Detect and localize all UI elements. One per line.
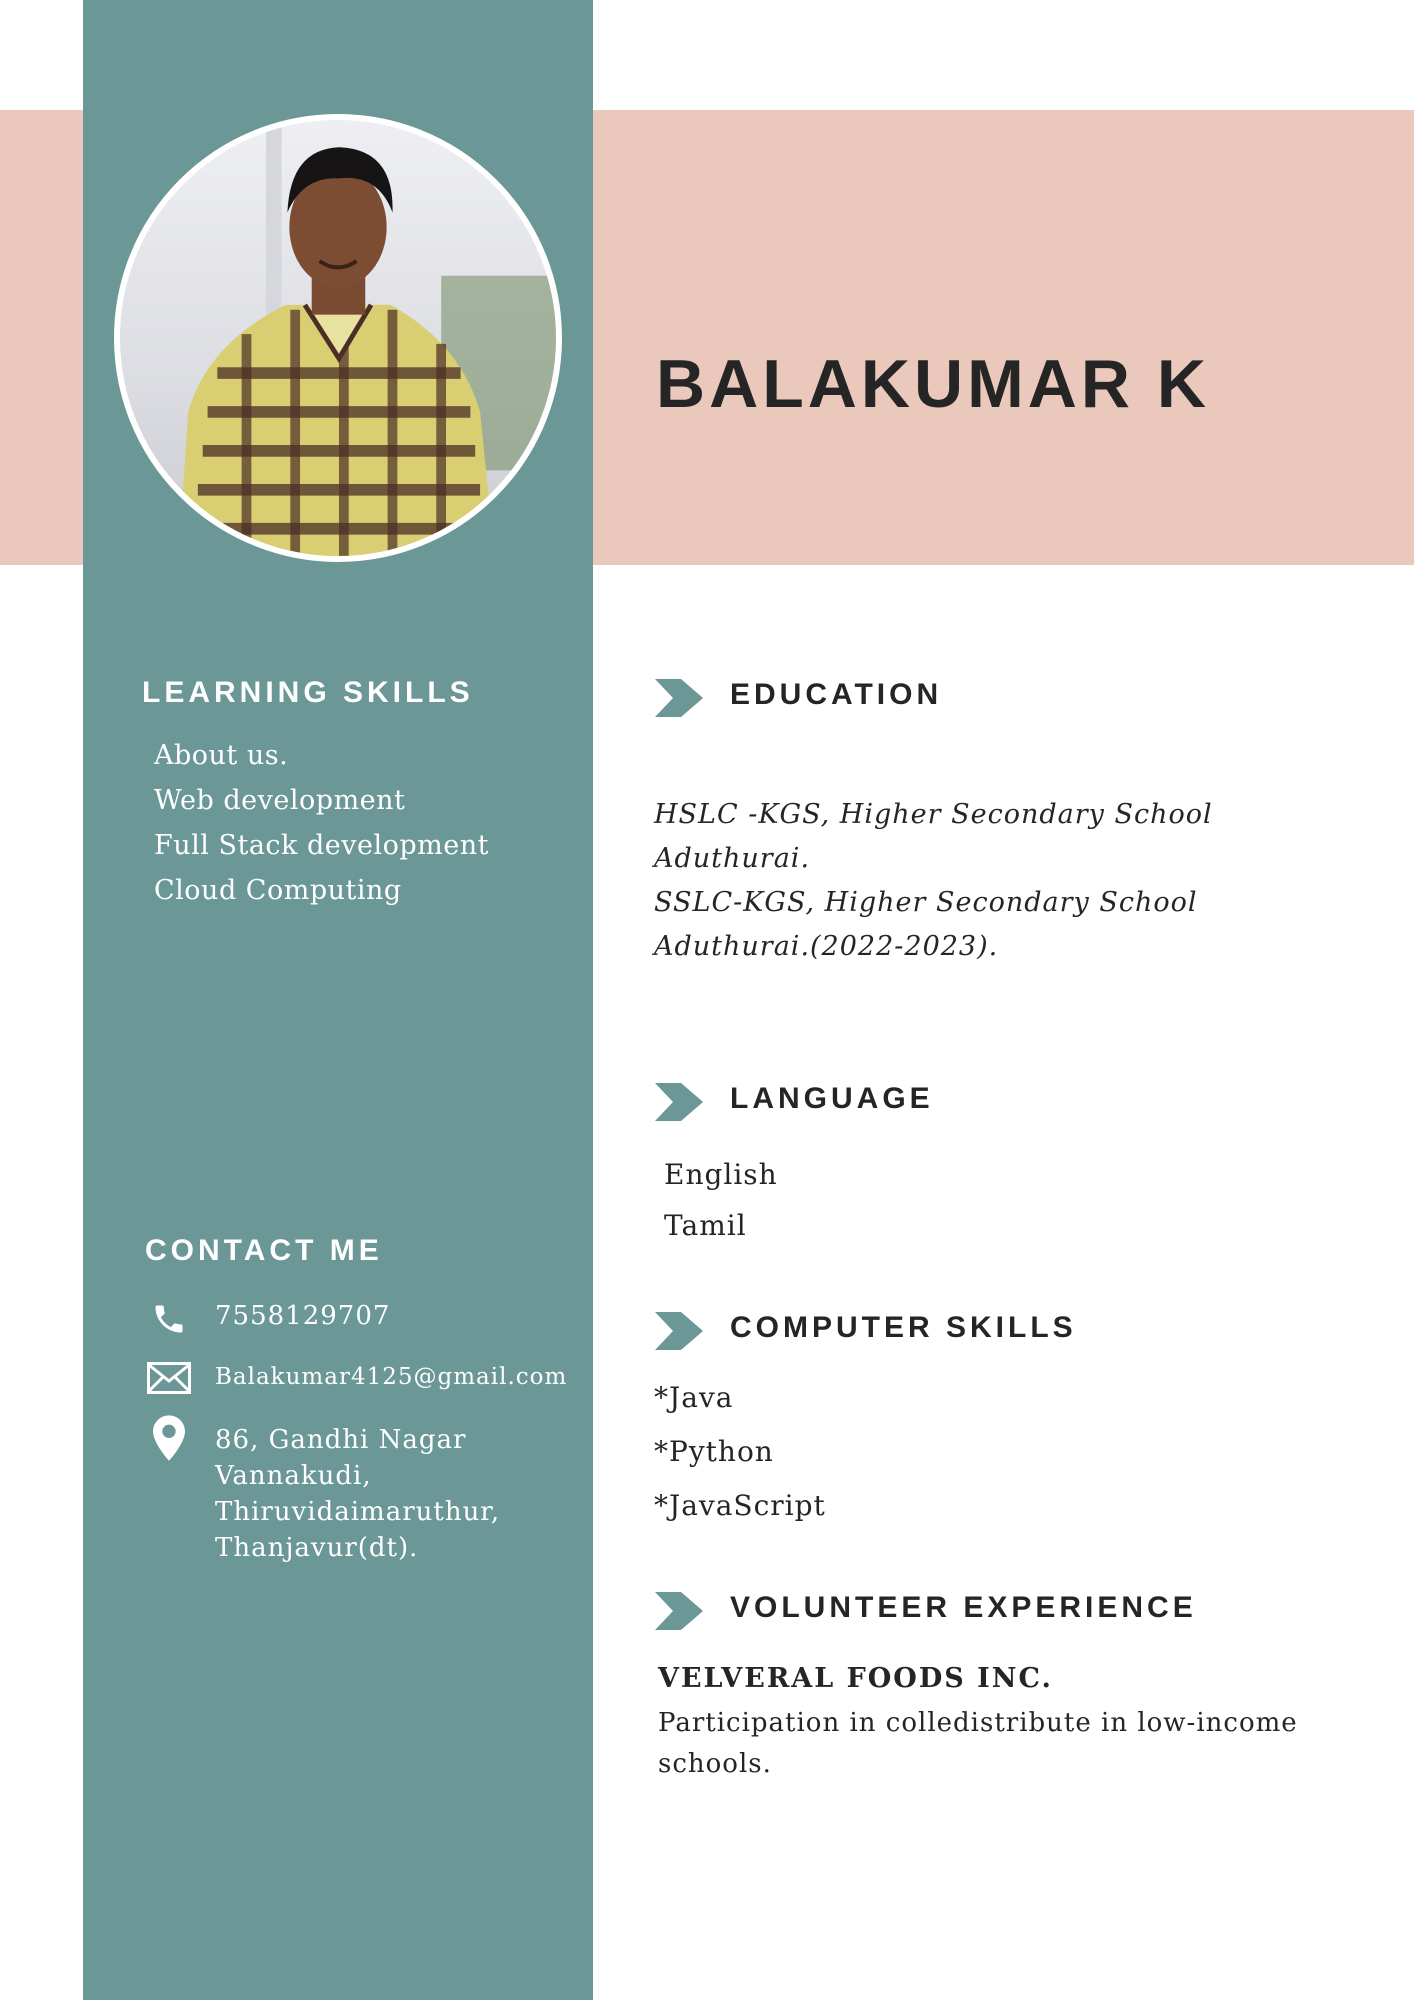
volunteer-header: VOLUNTEER EXPERIENCE xyxy=(655,1589,1193,1633)
education-line: HSLC -KGS, Higher Secondary School xyxy=(654,799,1213,830)
contact-heading: CONTACT ME xyxy=(145,1234,383,1267)
contact-phone-row: 7558129707 xyxy=(145,1295,389,1343)
language-header: LANGUAGE xyxy=(655,1080,930,1124)
list-item: *Java xyxy=(654,1381,734,1414)
education-line: Aduthurai. xyxy=(654,843,811,874)
phone-icon xyxy=(145,1295,193,1343)
description-line: schools. xyxy=(658,1749,772,1779)
list-item: Full Stack development xyxy=(154,830,489,861)
list-item: Cloud Computing xyxy=(154,875,402,906)
volunteer-heading: VOLUNTEER EXPERIENCE xyxy=(730,1591,1197,1624)
language-list: English Tamil xyxy=(664,1149,778,1251)
chevron-arrow-icon xyxy=(655,1312,703,1350)
chevron-arrow-icon xyxy=(655,679,703,717)
profile-photo xyxy=(114,114,562,562)
location-pin-icon xyxy=(145,1414,193,1462)
learning-skills-heading: LEARNING SKILLS xyxy=(142,676,474,709)
address-block: 86, Gandhi Nagar Vannakudi, Thiruvidaima… xyxy=(215,1422,500,1566)
list-item: Tamil xyxy=(664,1209,747,1242)
chevron-arrow-icon xyxy=(655,1592,703,1630)
computer-skills-list: *Java *Python *JavaScript xyxy=(654,1371,826,1533)
chevron-arrow-icon xyxy=(655,1083,703,1121)
address-line: 86, Gandhi Nagar xyxy=(215,1425,467,1455)
contact-address-row: 86, Gandhi Nagar Vannakudi, Thiruvidaima… xyxy=(145,1414,499,1563)
address-line: Thiruvidaimaruthur, xyxy=(215,1497,501,1527)
contact-email-row: Balakumar4125@gmail.com xyxy=(145,1354,566,1402)
list-item: About us. xyxy=(154,740,289,771)
education-heading: EDUCATION xyxy=(730,678,943,711)
person-illustration xyxy=(178,120,556,556)
list-item: *JavaScript xyxy=(654,1489,826,1522)
volunteer-organization: VELVERAL FOODS INC. xyxy=(658,1663,1053,1694)
list-item: *Python xyxy=(654,1435,774,1468)
education-details: HSLC -KGS, Higher Secondary School Aduth… xyxy=(654,793,1213,969)
learning-skills-list: About us. Web development Full Stack dev… xyxy=(154,733,489,913)
list-item: English xyxy=(664,1158,778,1191)
address-line: Thanjavur(dt). xyxy=(215,1533,419,1563)
envelope-icon xyxy=(145,1354,193,1402)
phone-number: 7558129707 xyxy=(215,1301,391,1331)
education-line: Aduthurai.(2022-2023). xyxy=(654,931,999,962)
education-line: SSLC-KGS, Higher Secondary School xyxy=(654,887,1198,918)
list-item: Web development xyxy=(154,785,406,816)
language-heading: LANGUAGE xyxy=(730,1082,934,1115)
description-line: Participation in colledistribute in low-… xyxy=(658,1708,1298,1738)
computer-skills-header: COMPUTER SKILLS xyxy=(655,1309,1073,1353)
volunteer-description: Participation in colledistribute in low-… xyxy=(658,1703,1298,1785)
education-header: EDUCATION xyxy=(655,676,938,720)
address-line: Vannakudi, xyxy=(215,1461,372,1491)
email-address: Balakumar4125@gmail.com xyxy=(215,1364,568,1390)
candidate-name: BALAKUMAR K xyxy=(656,346,1210,422)
computer-skills-heading: COMPUTER SKILLS xyxy=(730,1311,1077,1344)
